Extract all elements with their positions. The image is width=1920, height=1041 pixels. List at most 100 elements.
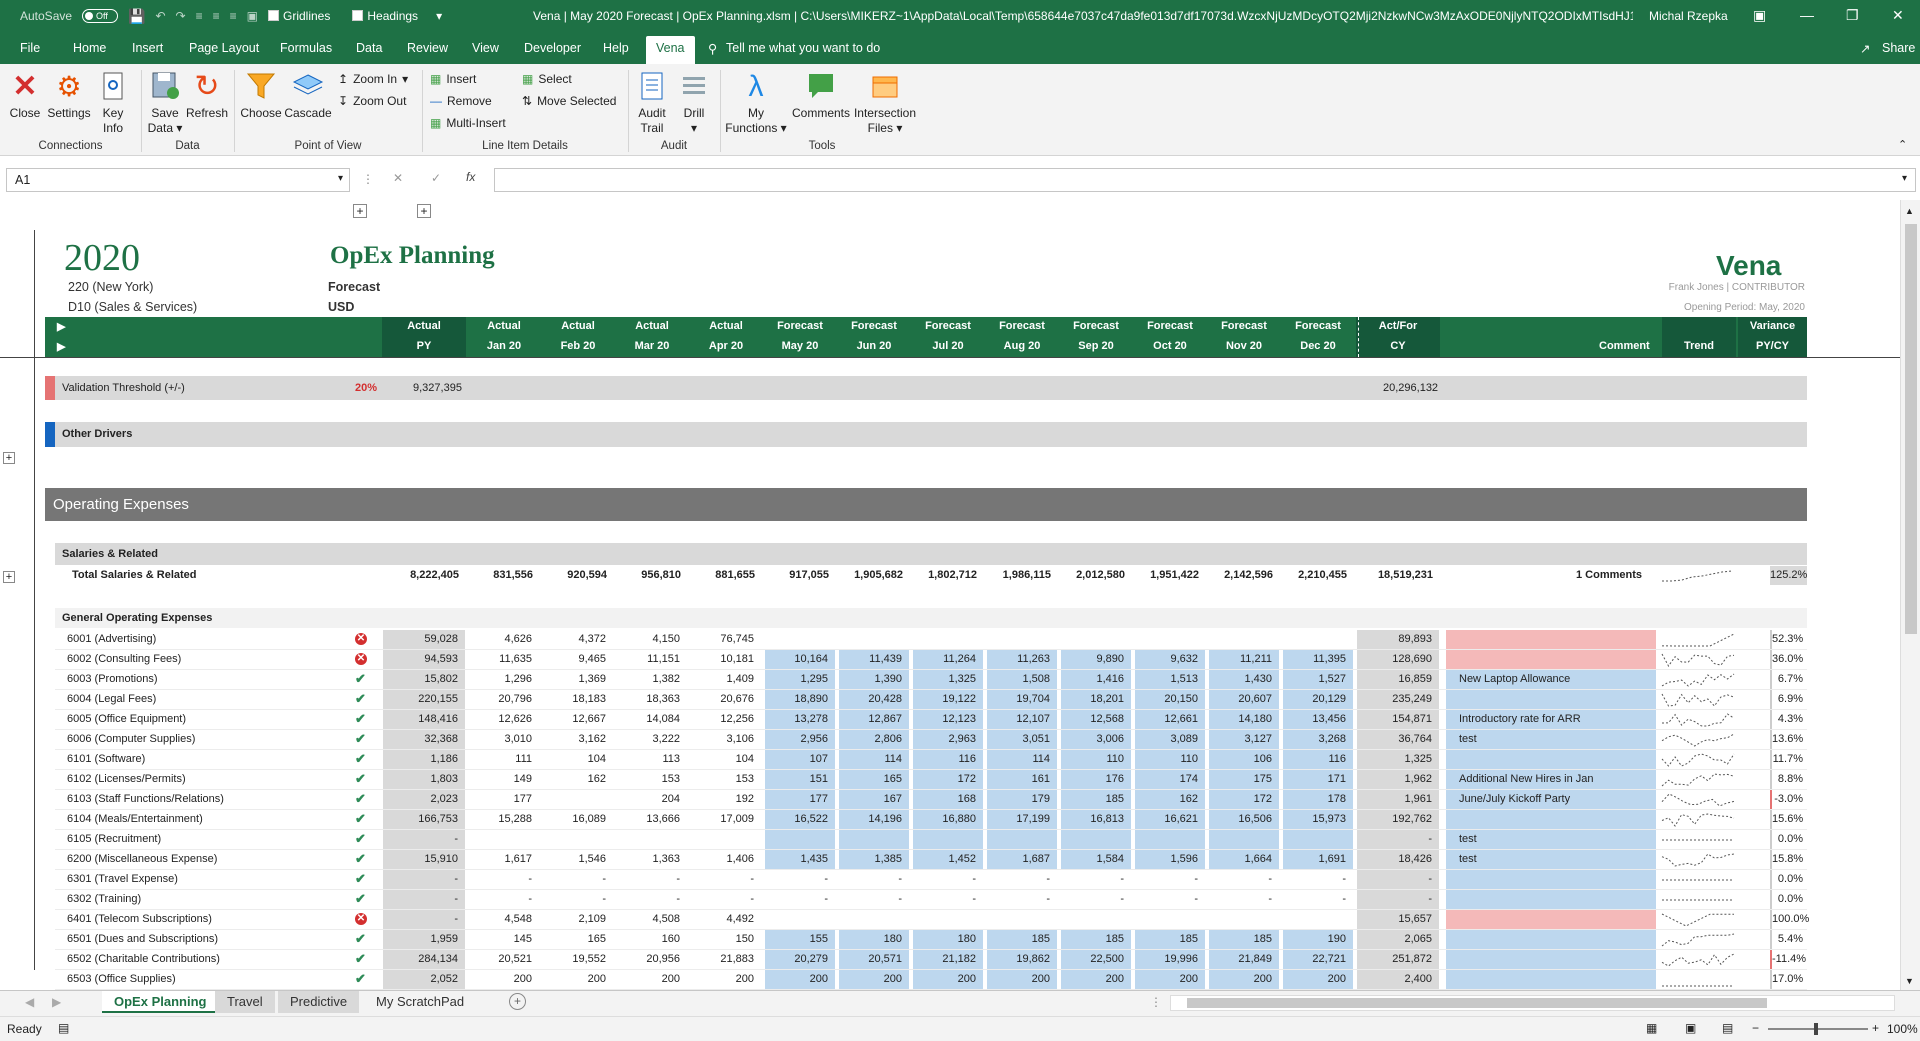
value-cell[interactable] [765, 830, 835, 849]
account-row[interactable]: 6101 (Software) ✔ 1,186 111 104 113 104 107 114 1… [0, 750, 1920, 770]
account-row[interactable]: 6102 (Licenses/Permits) ✔ 1,803 149 162 153 15… [0, 770, 1920, 790]
value-cell[interactable] [765, 910, 835, 929]
value-cell[interactable]: 172 [913, 770, 983, 789]
value-cell[interactable] [1135, 630, 1205, 649]
tab-developer[interactable]: Developer [524, 41, 581, 55]
account-row[interactable]: 6002 (Consulting Fees) ✕ 94,593 11,635 9,465… [0, 650, 1920, 670]
zoom-slider[interactable] [1768, 1023, 1868, 1035]
align-right-icon[interactable]: ≡ [230, 9, 237, 23]
value-cell[interactable]: - [1209, 870, 1279, 889]
value-cell[interactable] [1135, 910, 1205, 929]
value-cell[interactable]: 20,129 [1283, 690, 1353, 709]
comment-cell[interactable]: Additional New Hires in Jan [1446, 770, 1656, 789]
value-cell[interactable]: 200 [839, 970, 909, 989]
value-cell[interactable] [1061, 910, 1131, 929]
value-cell[interactable]: 1,687 [987, 850, 1057, 869]
choose-button[interactable]: Choose [238, 70, 284, 121]
page-break-view-icon[interactable]: ▤ [1722, 1021, 1733, 1035]
sheet-tab-scratchpad[interactable]: My ScratchPad [364, 991, 476, 1013]
expand-arrow-icon[interactable]: ▶ [57, 320, 65, 333]
h-scroll-thumb[interactable] [1187, 998, 1767, 1008]
audit-trail-button[interactable]: Audit Trail [632, 70, 672, 136]
value-cell[interactable]: 1,325 [913, 670, 983, 689]
value-cell[interactable]: 167 [839, 790, 909, 809]
value-cell[interactable]: - [987, 870, 1057, 889]
value-cell[interactable]: 200 [987, 970, 1057, 989]
comment-cell[interactable] [1446, 650, 1656, 669]
account-row[interactable]: 6501 (Dues and Subscriptions) ✔ 1,959 145 16… [0, 930, 1920, 950]
value-cell[interactable]: 2,806 [839, 730, 909, 749]
tab-vena[interactable]: Vena [646, 36, 695, 64]
value-cell[interactable]: 18,890 [765, 690, 835, 709]
value-cell[interactable] [1209, 630, 1279, 649]
account-row[interactable]: 6103 (Staff Functions/Relations) ✔ 2,023 17… [0, 790, 1920, 810]
comments-button[interactable]: Comments [790, 70, 852, 121]
value-cell[interactable]: 155 [765, 930, 835, 949]
value-cell[interactable]: 180 [839, 930, 909, 949]
value-cell[interactable]: 185 [1135, 930, 1205, 949]
value-cell[interactable]: 3,051 [987, 730, 1057, 749]
value-cell[interactable]: 1,513 [1135, 670, 1205, 689]
value-cell[interactable]: 172 [1209, 790, 1279, 809]
value-cell[interactable]: 1,416 [1061, 670, 1131, 689]
value-cell[interactable]: 20,150 [1135, 690, 1205, 709]
value-cell[interactable] [1061, 830, 1131, 849]
tab-data[interactable]: Data [356, 41, 382, 55]
value-cell[interactable]: 12,867 [839, 710, 909, 729]
value-cell[interactable]: 1,435 [765, 850, 835, 869]
tab-formulas[interactable]: Formulas [280, 41, 332, 55]
value-cell[interactable]: 17,199 [987, 810, 1057, 829]
value-cell[interactable]: 12,123 [913, 710, 983, 729]
align-left-icon[interactable]: ≡ [196, 9, 203, 23]
expand-group-icon[interactable]: + [353, 204, 367, 218]
comment-cell[interactable] [1446, 870, 1656, 889]
value-cell[interactable]: 1,385 [839, 850, 909, 869]
zoom-level[interactable]: 100% [1887, 1022, 1918, 1036]
save-icon[interactable]: 💾 [128, 8, 145, 25]
value-cell[interactable] [1061, 630, 1131, 649]
value-cell[interactable]: - [1209, 890, 1279, 909]
account-row[interactable]: 6200 (Miscellaneous Expense) ✔ 15,910 1,617… [0, 850, 1920, 870]
value-cell[interactable]: 20,428 [839, 690, 909, 709]
value-cell[interactable] [913, 830, 983, 849]
my-functions-button[interactable]: λ My Functions ▾ [724, 70, 788, 136]
value-cell[interactable]: 200 [1209, 970, 1279, 989]
account-row[interactable]: 6503 (Office Supplies) ✔ 2,052 200 200 200 200… [0, 970, 1920, 990]
remove-line-button[interactable]: — Remove [430, 94, 492, 108]
account-row[interactable]: 6502 (Charitable Contributions) ✔ 284,134 2… [0, 950, 1920, 970]
tab-review[interactable]: Review [407, 41, 448, 55]
value-cell[interactable]: 19,996 [1135, 950, 1205, 969]
value-cell[interactable]: 3,268 [1283, 730, 1353, 749]
value-cell[interactable]: 16,506 [1209, 810, 1279, 829]
value-cell[interactable]: 185 [1061, 790, 1131, 809]
value-cell[interactable]: - [839, 890, 909, 909]
value-cell[interactable]: - [839, 870, 909, 889]
value-cell[interactable]: 12,568 [1061, 710, 1131, 729]
select-button[interactable]: ▦ Select [522, 72, 572, 86]
value-cell[interactable]: 185 [1061, 930, 1131, 949]
scroll-down-icon[interactable]: ▼ [1905, 976, 1914, 986]
worksheet-grid[interactable]: + + 2020 220 (New York) D10 (Sales & Ser… [0, 200, 1920, 990]
prev-sheet-icon[interactable]: ◀ [25, 995, 34, 1009]
comment-cell[interactable] [1446, 950, 1656, 969]
zoom-slider-thumb[interactable] [1814, 1023, 1818, 1035]
value-cell[interactable] [1209, 830, 1279, 849]
comment-cell[interactable] [1446, 630, 1656, 649]
tab-view[interactable]: View [472, 41, 499, 55]
camera-icon[interactable]: ▣ [247, 9, 258, 23]
value-cell[interactable] [1283, 830, 1353, 849]
value-cell[interactable]: 11,263 [987, 650, 1057, 669]
value-cell[interactable]: 1,390 [839, 670, 909, 689]
sheet-tab-opex-planning[interactable]: OpEx Planning [102, 991, 219, 1013]
value-cell[interactable]: 174 [1135, 770, 1205, 789]
value-cell[interactable]: 11,264 [913, 650, 983, 669]
value-cell[interactable]: 3,127 [1209, 730, 1279, 749]
other-drivers-row[interactable]: Other Drivers [45, 422, 1807, 447]
value-cell[interactable]: 1,596 [1135, 850, 1205, 869]
close-button[interactable]: ✕ Close [6, 70, 44, 121]
comment-cell[interactable] [1446, 750, 1656, 769]
account-row[interactable]: 6104 (Meals/Entertainment) ✔ 166,753 15,288… [0, 810, 1920, 830]
value-cell[interactable]: 13,456 [1283, 710, 1353, 729]
account-row[interactable]: 6302 (Training) ✔ - - - - - - - - - - - - - -0.0% [0, 890, 1920, 910]
zoom-out-status-icon[interactable]: − [1752, 1021, 1759, 1035]
